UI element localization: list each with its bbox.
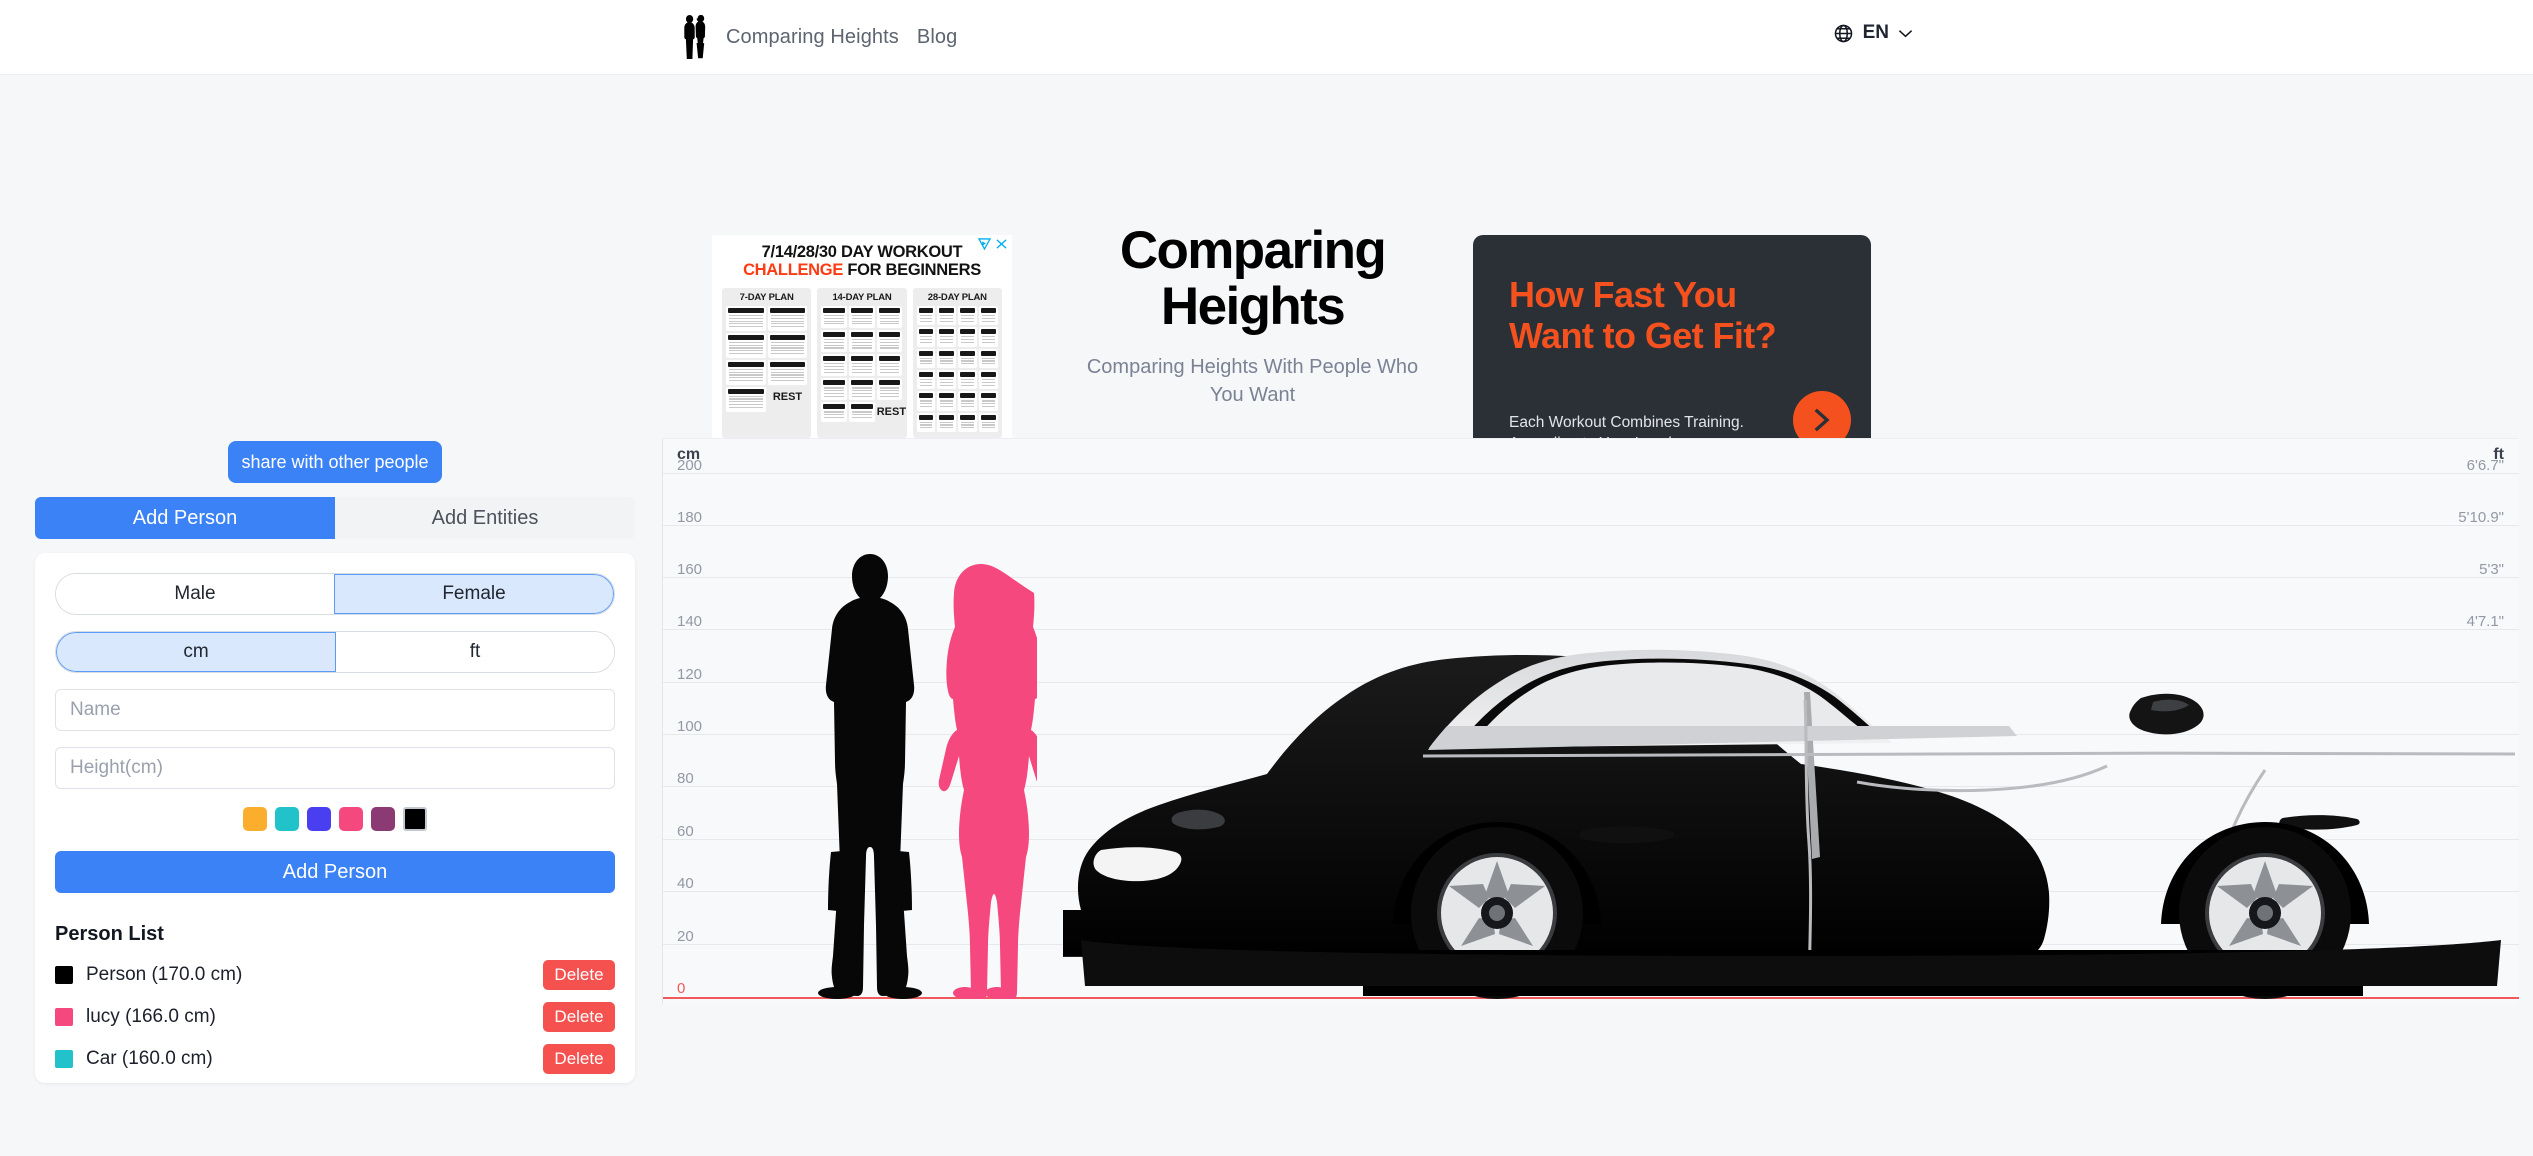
name-input[interactable] [55,689,615,731]
globe-icon [1833,23,1854,44]
gender-option-male[interactable]: Male [56,574,334,614]
ad-controls[interactable] [978,238,1008,250]
add-person-panel: Male Female cm ft Add Person Person List… [35,553,635,1083]
ad-headline-line1: 7/14/28/30 DAY WORKOUT [761,243,963,261]
ad-plan-title: 7-DAY PLAN [739,291,794,303]
panel-tabs: Add Person Add Entities [35,497,635,539]
color-swatch-plum[interactable] [371,807,395,831]
color-swatch-group [55,807,615,831]
ad-right-headline: How Fast You Want to Get Fit? [1509,274,1777,356]
figure-person[interactable] [805,552,935,999]
adchoices-triangle-icon[interactable] [978,238,991,250]
share-button[interactable]: share with other people [228,441,442,483]
color-swatch-teal[interactable] [275,807,299,831]
page-title-line2: Heights [1160,277,1346,337]
tab-add-person[interactable]: Add Person [35,497,335,539]
ad-plan-title: 28-DAY PLAN [927,291,987,303]
add-person-button[interactable]: Add Person [55,851,615,893]
unit-toggle: cm ft [55,631,615,673]
color-dot-icon [55,966,73,984]
language-selector[interactable]: EN [1833,22,1913,44]
color-dot-icon [55,1050,73,1068]
comparing-heights-logo-icon [676,14,708,60]
delete-button[interactable]: Delete [543,960,615,990]
advertisement-right[interactable]: How Fast You Want to Get Fit? Each Worko… [1473,235,1871,467]
ad-rest-label: REST [772,390,803,403]
delete-button[interactable]: Delete [543,1044,615,1074]
figure-lucy[interactable] [925,562,1050,1000]
height-comparison-chart: cm ft 200 6'6.7" 180 5'10.9" 160 5'3" 14… [662,438,2519,1005]
list-item: Car (160.0 cm) Delete [55,1038,615,1080]
language-code: EN [1862,22,1889,43]
nav-link-blog[interactable]: Blog [917,26,957,49]
person-label: lucy (166.0 cm) [86,1006,216,1027]
gender-toggle: Male Female [55,573,615,615]
person-label: Car (160.0 cm) [86,1048,213,1069]
chevron-down-icon [1898,29,1913,38]
height-input[interactable] [55,747,615,789]
brand-group: Comparing Heights Blog [676,14,957,60]
person-label: Person (170.0 cm) [86,964,243,985]
close-icon[interactable] [995,238,1008,250]
hero-row: 7/14/28/30 DAY WORKOUT CHALLENGE FOR BEG… [0,75,2533,485]
person-list-title: Person List [55,923,164,945]
unit-option-ft[interactable]: ft [336,632,614,672]
ad-headline-challenge: CHALLENGE [743,261,844,280]
nav-link-comparing-heights[interactable]: Comparing Heights [726,26,899,49]
ad-plan-title: 14-DAY PLAN [832,291,892,303]
color-swatch-black[interactable] [403,807,427,831]
list-item: lucy (166.0 cm) Delete [55,996,615,1038]
delete-button[interactable]: Delete [543,1002,615,1032]
ad-rest-label: REST [876,406,907,419]
chart-figures [663,439,2519,1005]
page-subtitle: Comparing Heights With People Who You Wa… [1086,356,1419,407]
color-swatch-indigo[interactable] [307,807,331,831]
ad-plan-column: 14-DAY PLAN REST [817,287,907,438]
color-swatch-orange[interactable] [243,807,267,831]
chevron-right-icon [1811,407,1833,433]
gender-option-female[interactable]: Female [334,574,614,614]
ad-headline-line2b: FOR BEGINNERS [843,261,981,280]
list-item: Person (170.0 cm) Delete [55,954,615,996]
top-header-bar: Comparing Heights Blog EN [0,0,2533,75]
figure-car[interactable] [879,580,2519,1001]
color-swatch-pink[interactable] [339,807,363,831]
page-title-line1: Comparing [1119,221,1387,280]
page-title-block: Comparing Heights Comparing Heights With… [1075,221,1430,409]
color-dot-icon [55,1008,73,1026]
ad-plan-column: 28-DAY PLAN [912,287,1002,438]
tab-add-entities[interactable]: Add Entities [335,497,635,539]
unit-option-cm[interactable]: cm [56,632,336,672]
ad-plan-column: 7-DAY PLAN REST [722,287,812,438]
